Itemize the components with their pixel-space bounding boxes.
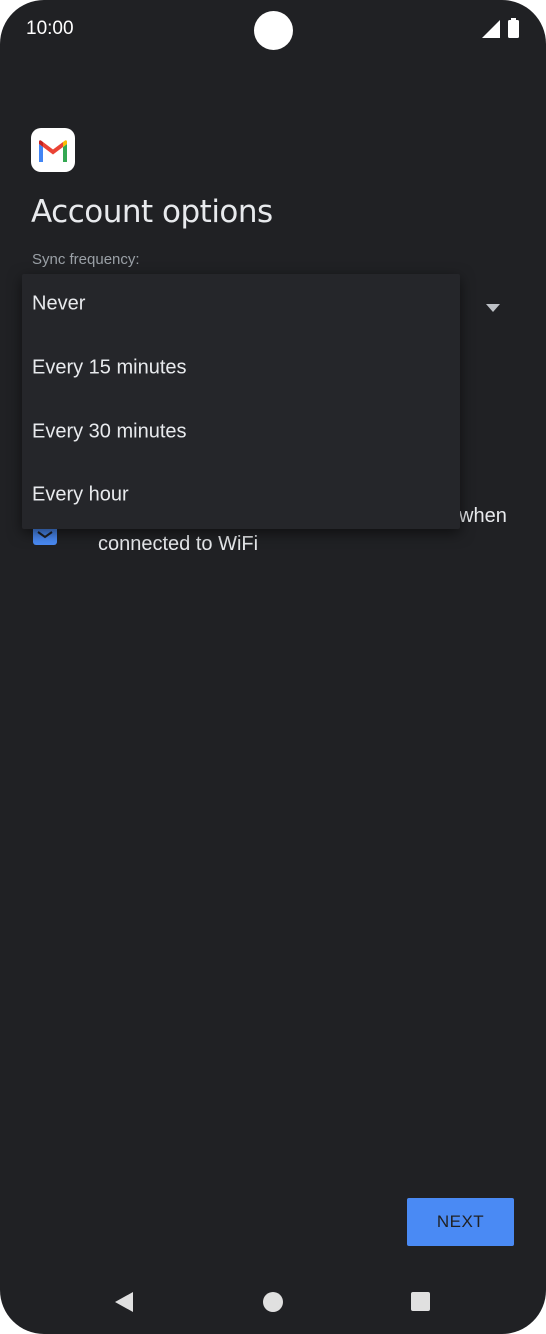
signal-icon xyxy=(482,20,500,38)
sync-frequency-label: Sync frequency: xyxy=(32,251,140,268)
status-bar: 10:00 xyxy=(0,0,546,60)
back-icon[interactable] xyxy=(113,1291,135,1313)
page-title: Account options xyxy=(31,194,273,230)
camera-cutout xyxy=(254,11,293,50)
wifi-option-label-line1: when xyxy=(459,505,507,527)
dropdown-arrow-icon[interactable] xyxy=(486,304,500,312)
menu-item-label: Every 15 minutes xyxy=(32,356,187,379)
menu-item-label: Every 30 minutes xyxy=(32,420,187,443)
recents-icon[interactable] xyxy=(411,1292,430,1311)
menu-item-label: Every hour xyxy=(32,483,129,506)
next-button[interactable]: NEXT xyxy=(407,1198,514,1246)
phone-screen: 10:00 Account options Sync frequency: wh… xyxy=(0,0,546,1334)
menu-item-never[interactable]: Never xyxy=(22,274,460,334)
sync-frequency-menu: Never Every 15 minutes Every 30 minutes … xyxy=(22,274,460,529)
wifi-option-label-line2: connected to WiFi xyxy=(98,533,259,555)
battery-icon xyxy=(508,18,519,38)
gmail-logo-icon xyxy=(31,128,75,172)
menu-item-every-30-minutes[interactable]: Every 30 minutes xyxy=(22,402,460,462)
menu-item-every-15-minutes[interactable]: Every 15 minutes xyxy=(22,338,460,398)
home-icon[interactable] xyxy=(263,1292,283,1312)
status-time: 10:00 xyxy=(26,18,74,39)
menu-item-every-hour[interactable]: Every hour xyxy=(22,465,460,525)
menu-item-label: Never xyxy=(32,292,86,315)
